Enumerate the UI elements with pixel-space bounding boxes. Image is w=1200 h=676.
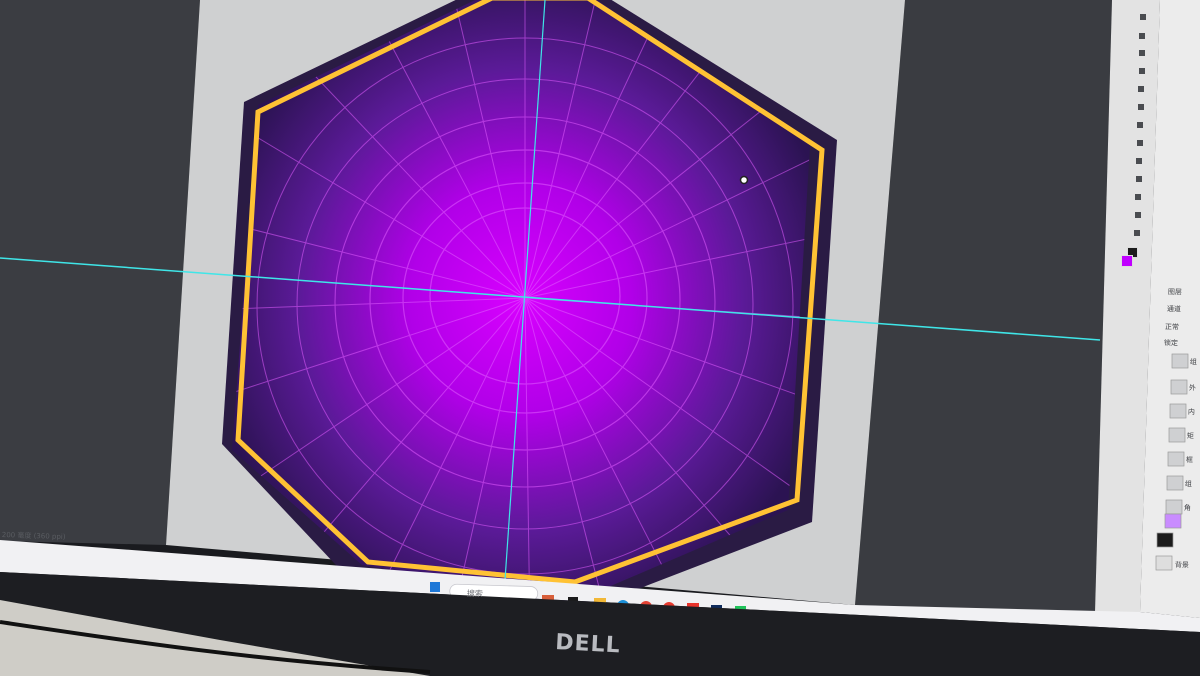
- channels-tab-label[interactable]: 通道: [1167, 304, 1181, 314]
- background-layer-name[interactable]: 背景: [1175, 560, 1189, 570]
- layer-name[interactable]: 内: [1188, 407, 1195, 417]
- zoom-status-text: 200 毫度 (360 ppi): [1, 530, 66, 541]
- layer-name[interactable]: 外: [1189, 383, 1196, 393]
- blend-mode-label[interactable]: 正常: [1165, 322, 1179, 332]
- windows-start-icon: [430, 582, 440, 592]
- layer-name[interactable]: 矩: [1187, 431, 1194, 441]
- cursor-marker: [739, 175, 749, 185]
- pasteboard-left: [0, 0, 200, 545]
- dell-logo: DELL: [554, 630, 622, 659]
- layer-name[interactable]: 组: [1190, 357, 1197, 367]
- layer-name[interactable]: 框: [1186, 455, 1193, 465]
- photo-of-monitor: 200 毫度 (360 ppi) 搜索 DELL 图层 通道 正常 锁定 组 外…: [0, 0, 1200, 676]
- lock-label: 锁定: [1163, 338, 1178, 348]
- taskbar-search-placeholder[interactable]: 搜索: [467, 588, 483, 599]
- hexagon-gradient-fill[interactable]: [232, 0, 810, 600]
- layer-name[interactable]: 组: [1185, 479, 1192, 489]
- monitor-photo-svg: [0, 0, 1200, 676]
- layer-name[interactable]: 角: [1184, 503, 1191, 513]
- layers-tab-label[interactable]: 图层: [1168, 287, 1182, 297]
- foreground-color-swatch[interactable]: [1121, 255, 1133, 267]
